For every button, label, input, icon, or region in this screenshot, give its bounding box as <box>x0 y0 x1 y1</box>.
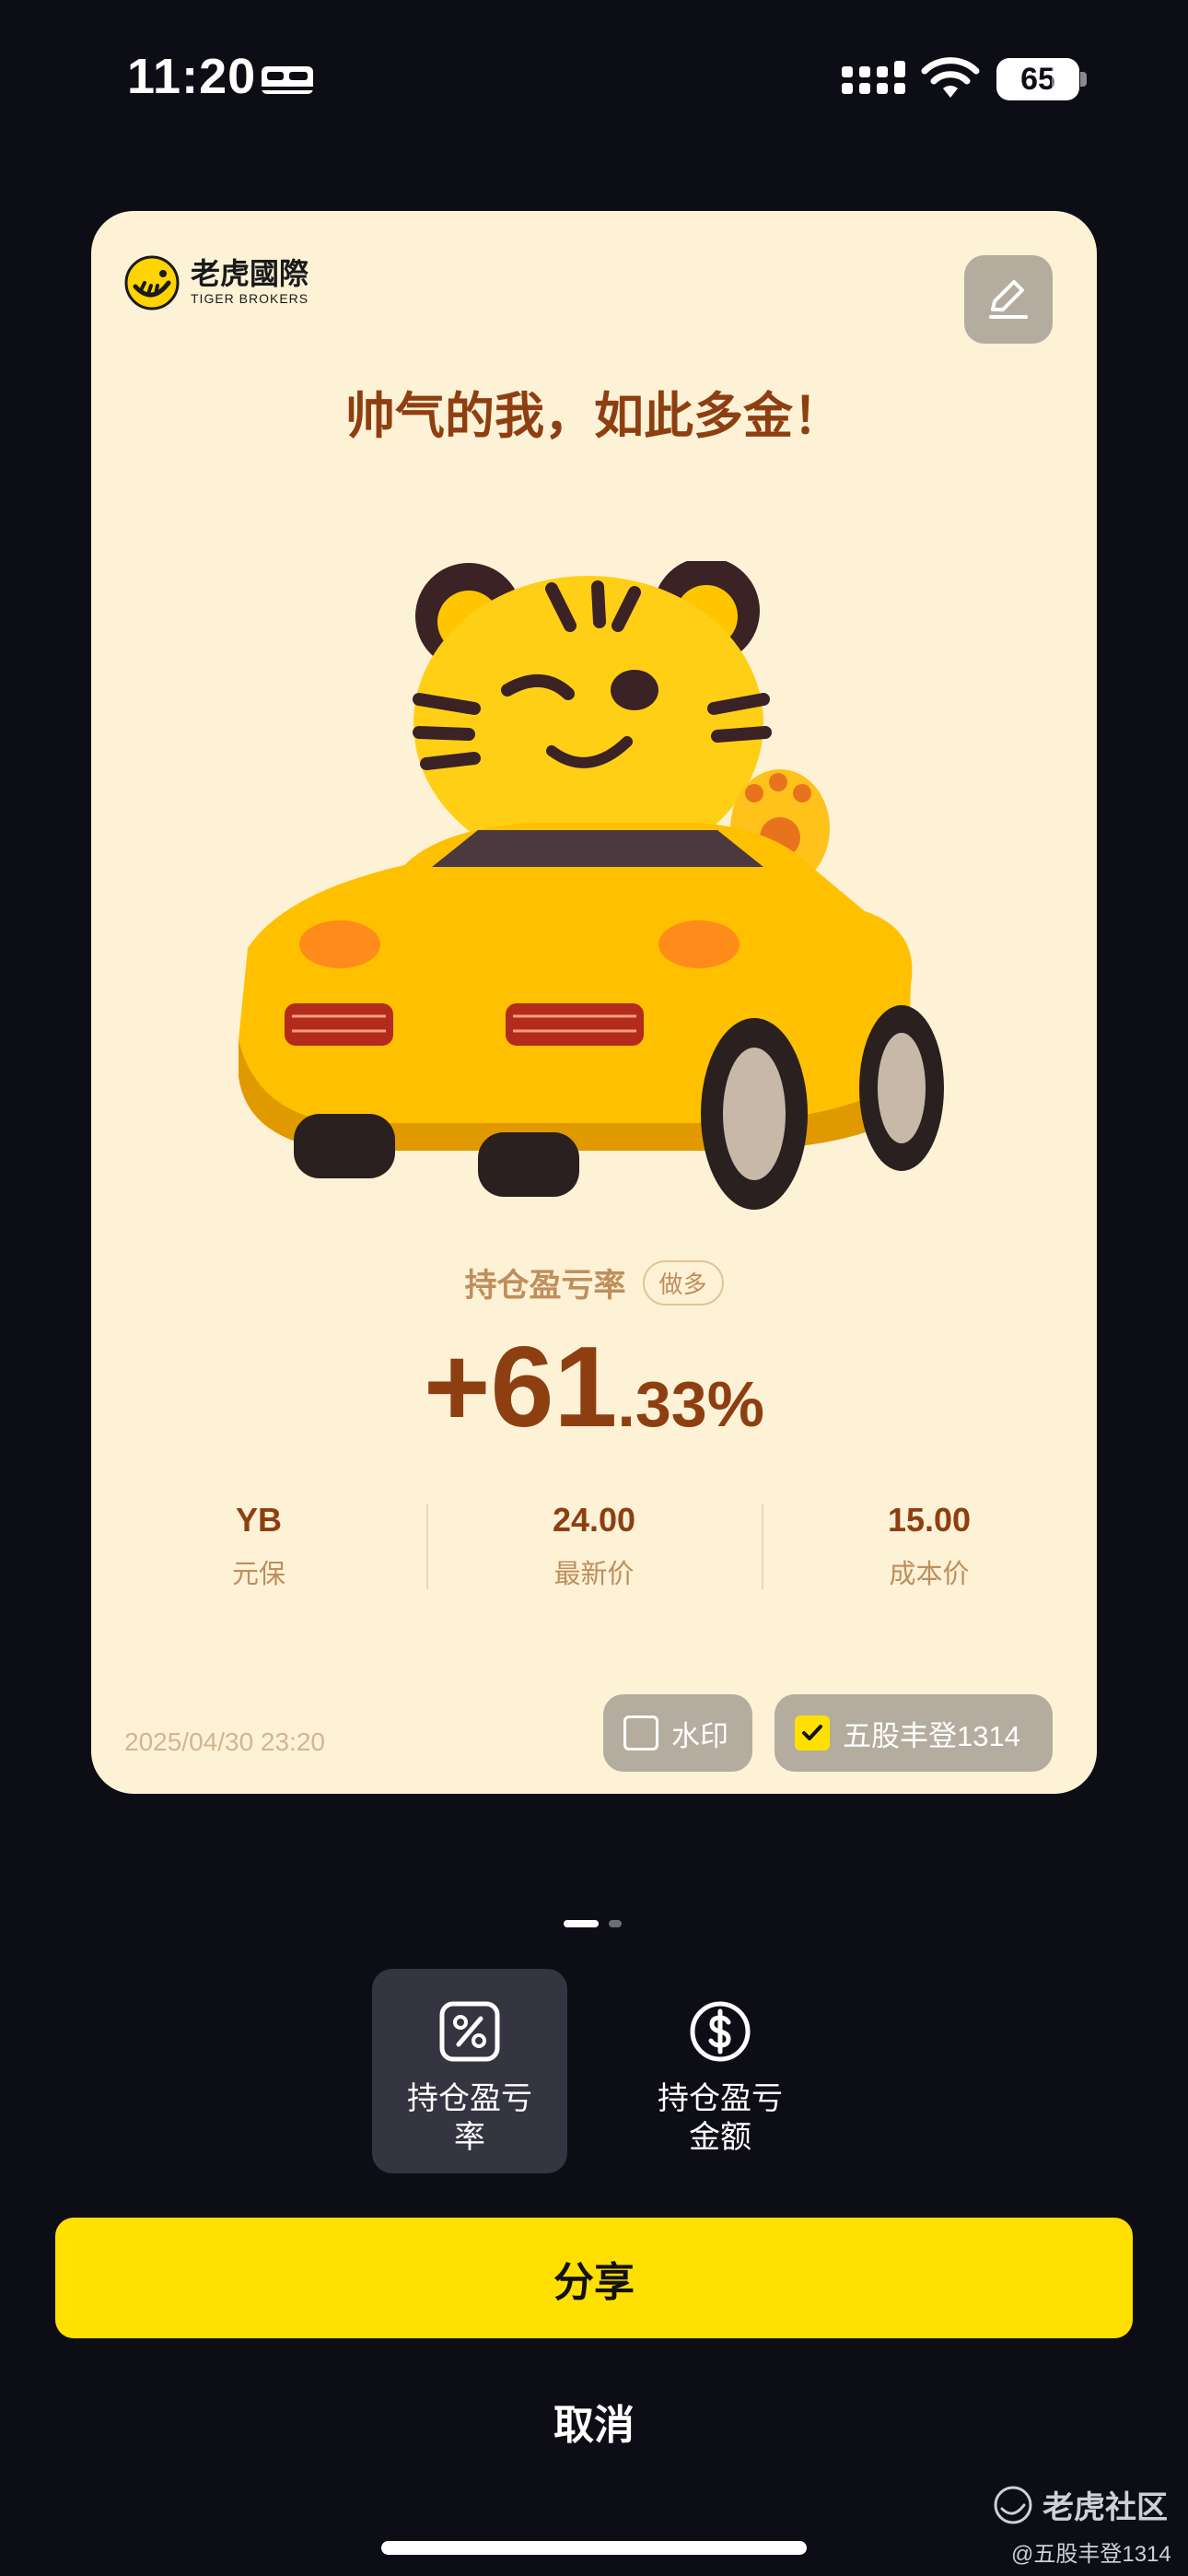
tiger-community-logo-icon <box>994 2486 1032 2523</box>
share-card: 老虎國際 TIGER BROKERS 帅气的我，如此多金！ 持仓盈亏率 做多 +… <box>91 211 1097 1794</box>
stat-value: 24.00 <box>552 1501 636 1539</box>
metric-label: 持仓盈亏率 <box>464 1268 626 1304</box>
brand-logo: 老虎國際 TIGER BROKERS <box>124 255 309 310</box>
edit-pencil-icon <box>989 280 1028 319</box>
dollar-icon <box>690 2001 751 2062</box>
stat-latest-price: 24.00 最新价 <box>426 1501 762 1602</box>
battery-indicator: 65 <box>996 58 1079 100</box>
stat-value: 15.00 <box>887 1501 972 1539</box>
stat-label: 最新价 <box>553 1560 635 1589</box>
position-side-badge: 做多 <box>642 1260 724 1306</box>
headline: 帅气的我，如此多金！ <box>345 389 843 444</box>
option-label: 持仓盈亏 率 <box>407 2081 532 2155</box>
profit-rate-integer: +61 <box>424 1324 618 1451</box>
pager-dot[interactable] <box>609 1920 622 1927</box>
checkbox-unchecked-icon <box>623 1715 658 1751</box>
brand-name-en: TIGER BROKERS <box>191 291 309 306</box>
profit-rate-value: +61.33% <box>91 1322 1097 1453</box>
brand-name-cn: 老虎國際 <box>191 257 309 290</box>
watermark-user: @五股丰登1314 <box>1011 2542 1171 2567</box>
stat-cost-price: 15.00 成本价 <box>762 1501 1097 1602</box>
option-label: 持仓盈亏 金额 <box>658 2081 783 2155</box>
edit-button[interactable] <box>964 255 1053 344</box>
stat-symbol: YB 元保 <box>91 1501 426 1602</box>
sleep-focus-icon <box>262 66 313 94</box>
watermark-checkbox[interactable]: 水印 <box>603 1694 752 1772</box>
wifi-icon <box>921 57 980 98</box>
option-profit-amount[interactable]: 持仓盈亏 金额 <box>623 1969 818 2173</box>
stat-label: 元保 <box>231 1560 285 1589</box>
card-timestamp: 2025/04/30 23:20 <box>124 1727 325 1756</box>
stat-value: YB <box>235 1501 282 1539</box>
metric-header: 持仓盈亏率 做多 <box>91 1259 1097 1306</box>
watermark-checkbox-label: 水印 <box>671 1719 728 1752</box>
watermark-title: 老虎社区 <box>1042 2490 1168 2525</box>
username-checkbox-label: 五股丰登1314 <box>843 1719 1020 1752</box>
stat-label: 成本价 <box>889 1560 970 1589</box>
community-watermark: 老虎社区 <box>993 2482 1168 2527</box>
cellular-signal-icon <box>842 61 905 94</box>
home-indicator[interactable] <box>381 2541 807 2555</box>
share-button[interactable]: 分享 <box>55 2218 1133 2338</box>
cancel-button[interactable]: 取消 <box>479 2386 709 2456</box>
tiger-logo-icon <box>124 255 180 310</box>
profit-rate-decimal: .33% <box>617 1368 764 1440</box>
tiger-car-mascot-illustration <box>239 561 944 1210</box>
stock-stats: YB 元保 24.00 最新价 15.00 成本价 <box>91 1501 1097 1602</box>
percent-icon <box>439 2001 500 2062</box>
battery-tip <box>1080 72 1087 87</box>
option-profit-rate[interactable]: 持仓盈亏 率 <box>372 1969 567 2173</box>
show-username-checkbox[interactable]: 五股丰登1314 <box>775 1694 1053 1772</box>
checkbox-checked-icon <box>795 1715 830 1751</box>
pager-dot-active[interactable] <box>564 1920 599 1927</box>
status-time: 11:20 <box>127 49 257 104</box>
